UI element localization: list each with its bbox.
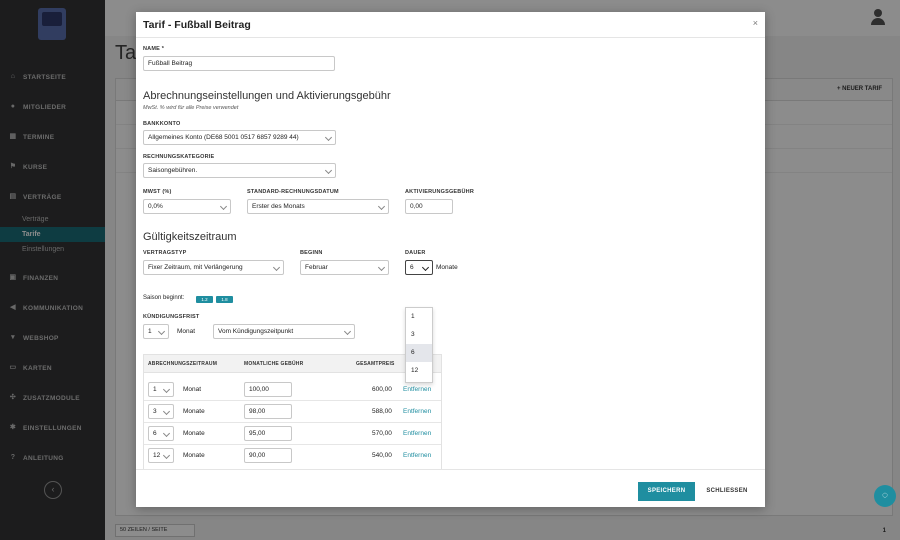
table-row: 12 Monate 90,00 540,00 Entfernen: [144, 445, 441, 467]
remove-link[interactable]: Entfernen: [403, 408, 431, 415]
contract-type-select[interactable]: Fixer Zeitraum, mit Verlängerung: [143, 260, 284, 275]
remove-link[interactable]: Entfernen: [403, 452, 431, 459]
category-label: RECHNUNGSKATEGORIE: [143, 154, 215, 160]
name-label: NAME *: [143, 46, 165, 52]
duration-select[interactable]: 6: [405, 260, 433, 275]
chat-icon: ◌: [882, 490, 888, 501]
period-unit: Monate: [183, 408, 205, 415]
bank-label: BANKKONTO: [143, 121, 181, 127]
vat-label: MWST (%): [143, 189, 172, 195]
period-select[interactable]: 1: [148, 382, 174, 397]
total-price: 570,00: [372, 430, 392, 437]
begin-label: BEGINN: [300, 250, 323, 256]
duration-label: DAUER: [405, 250, 426, 256]
modal-footer: SPEICHERN SCHLIESSEN: [136, 469, 765, 507]
table-row: 3 Monate 98,00 588,00 Entfernen: [144, 401, 441, 423]
begin-select[interactable]: Februar: [300, 260, 389, 275]
period-unit: Monate: [183, 430, 205, 437]
column-header-total: GESAMTPREIS: [356, 361, 395, 367]
billing-date-label: STANDARD-RECHNUNGSDATUM: [247, 189, 339, 195]
price-table: ABRECHNUNGSZEITRAUM MONATLICHE GEBÜHR GE…: [143, 354, 442, 469]
total-price: 540,00: [372, 452, 392, 459]
fee-input[interactable]: 98,00: [244, 404, 292, 419]
fee-input[interactable]: 100,00: [244, 382, 292, 397]
validity-section-title: Gültigkeitszeitraum: [143, 231, 237, 243]
tarif-modal: Tarif - Fußball Beitrag × NAME * Fußball…: [136, 12, 765, 507]
total-price: 588,00: [372, 408, 392, 415]
duration-option-selected[interactable]: 6: [406, 344, 432, 362]
price-table-header: ABRECHNUNGSZEITRAUM MONATLICHE GEBÜHR GE…: [144, 355, 441, 373]
chevron-down-icon: [272, 263, 281, 272]
period-unit: Monat: [183, 386, 202, 393]
billing-section-title: Abrechnungseinstellungen und Aktivierung…: [143, 90, 391, 102]
duration-option[interactable]: 1: [406, 308, 432, 326]
period-unit: Monate: [183, 452, 205, 459]
sidebar: ⌂ STARTSEITE ● MITGLIEDER ▦ TERMINE ⚑ KURSE …: [0, 0, 105, 540]
modal-body: NAME * Fußball Beitrag Abrechnungseinste…: [136, 38, 765, 469]
chevron-down-icon: [157, 327, 166, 336]
notice-label: KÜNDIGUNGSFRIST: [143, 314, 200, 320]
chevron-down-icon: [377, 263, 386, 272]
duration-option[interactable]: 3: [406, 326, 432, 344]
help-chat-button[interactable]: ◌: [874, 485, 896, 507]
duration-unit: Monate: [436, 264, 458, 271]
fee-input[interactable]: 95,00: [244, 426, 292, 441]
period-select[interactable]: 12: [148, 448, 174, 463]
chevron-down-icon: [324, 166, 333, 175]
modal-title: Tarif - Fußball Beitrag: [143, 19, 251, 31]
activation-fee-input[interactable]: 0,00: [405, 199, 453, 214]
bank-select[interactable]: Allgemeines Konto (DE68 5001 0517 6857 9…: [143, 130, 336, 145]
fee-input[interactable]: 90,00: [244, 448, 292, 463]
category-select[interactable]: Saisongebühren.: [143, 163, 336, 178]
duration-option[interactable]: 12: [406, 362, 432, 380]
chevron-down-icon: [343, 327, 352, 336]
sidebar-overlay: [0, 0, 105, 540]
chevron-down-icon: [377, 202, 386, 211]
chevron-down-icon: [162, 407, 171, 416]
season-badge: 1.8: [216, 296, 233, 303]
season-label: Saison beginnt:: [143, 295, 185, 301]
billing-date-select[interactable]: Erster des Monats: [247, 199, 389, 214]
chevron-down-icon: [219, 202, 228, 211]
total-price: 600,00: [372, 386, 392, 393]
remove-link[interactable]: Entfernen: [403, 430, 431, 437]
name-input[interactable]: Fußball Beitrag: [143, 56, 335, 71]
close-button[interactable]: SCHLIESSEN: [703, 482, 751, 501]
period-select[interactable]: 6: [148, 426, 174, 441]
season-badge: 1.2: [196, 296, 213, 303]
save-button[interactable]: SPEICHERN: [638, 482, 695, 501]
chevron-down-icon: [162, 385, 171, 394]
column-header-fee: MONATLICHE GEBÜHR: [244, 361, 304, 367]
table-row: 6 Monate 95,00 570,00 Entfernen: [144, 423, 441, 445]
contract-type-label: VERTRAGSTYP: [143, 250, 187, 256]
chevron-down-icon: [162, 429, 171, 438]
duration-dropdown: 1 3 6 12: [405, 307, 433, 383]
chevron-down-icon: [421, 263, 430, 272]
remove-link[interactable]: Entfernen: [403, 386, 431, 393]
activation-fee-label: AKTIVIERUNGSGEBÜHR: [405, 189, 474, 195]
period-select[interactable]: 3: [148, 404, 174, 419]
vat-hint: MwSt. % wird für alle Preise verwendet: [143, 105, 239, 111]
notice-select[interactable]: 1: [143, 324, 169, 339]
chevron-down-icon: [324, 133, 333, 142]
vat-select[interactable]: 0,0%: [143, 199, 231, 214]
notice-from-select[interactable]: Vom Kündigungszeitpunkt: [213, 324, 355, 339]
notice-unit: Monat: [177, 328, 196, 335]
table-row: 1 Monat 100,00 600,00 Entfernen: [144, 379, 441, 401]
modal-header: Tarif - Fußball Beitrag ×: [136, 12, 765, 38]
close-icon[interactable]: ×: [753, 18, 758, 28]
column-header-period: ABRECHNUNGSZEITRAUM: [148, 361, 218, 367]
chevron-down-icon: [162, 451, 171, 460]
